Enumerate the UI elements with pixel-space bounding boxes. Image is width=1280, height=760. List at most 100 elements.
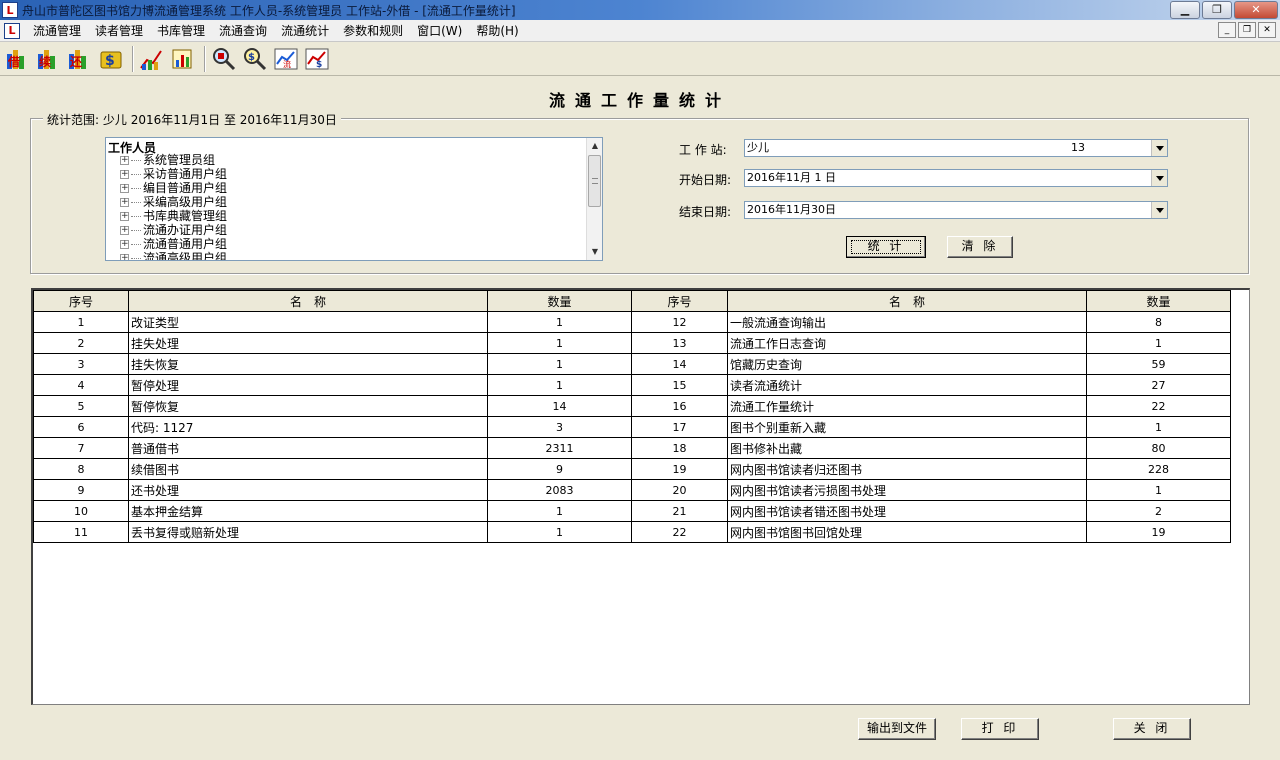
return-icon[interactable]: 还 [66,45,94,73]
expand-icon[interactable]: + [120,155,129,165]
cell-name: 网内图书馆读者错还图书处理 [727,500,1087,522]
tree-node-label: 流通普通用户组 [143,237,228,251]
table-row[interactable]: 1 改证类型 1 12 一般流通查询输出 8 [33,311,1231,333]
tree-node[interactable]: + 编目普通用户组 [120,181,227,195]
print-button[interactable]: 打 印 [961,718,1039,740]
cell-no: 14 [631,353,728,375]
payment-icon[interactable]: $ [97,45,125,73]
svg-text:$: $ [316,60,322,70]
tree-node[interactable]: + 流通高级用户组 [120,251,228,261]
tree-node[interactable]: + 系统管理员组 [120,153,215,167]
menu-circulation-stats[interactable]: 流通统计 [274,21,336,41]
table-row[interactable]: 10 基本押金结算 1 21 网内图书馆读者错还图书处理 2 [33,500,1231,522]
reader-query-icon[interactable] [210,45,238,73]
expand-icon[interactable]: + [120,169,129,179]
cell-qty: 1 [1086,479,1231,501]
cell-name: 普通借书 [128,437,488,459]
tree-node-label: 系统管理员组 [143,153,216,167]
close-window-button[interactable]: ✕ [1234,1,1278,19]
title-bar: L 舟山市普陀区图书馆力博流通管理系统 工作人员-系统管理员 工作站-外借 - … [0,0,1280,20]
expand-icon[interactable]: + [120,211,129,221]
reader-stats-icon[interactable] [138,45,166,73]
table-row[interactable]: 8 续借图书 9 19 网内图书馆读者归还图书 228 [33,458,1231,480]
tree-node-label: 流通高级用户组 [143,251,228,261]
cell-qty: 22 [1086,395,1231,417]
restore-button[interactable]: ❐ [1202,1,1232,19]
expand-icon[interactable]: + [120,197,129,207]
tree-node[interactable]: + 流通普通用户组 [120,237,227,251]
stat-range-label: 统计范围: [47,113,100,127]
svg-text:$: $ [248,52,255,63]
stat-button[interactable]: 统 计 [846,236,926,258]
mdi-minimize-button[interactable]: _ [1218,22,1236,38]
cell-name: 改证类型 [128,311,488,333]
export-file-button[interactable]: 输出到文件 [858,718,936,740]
table-row[interactable]: 9 还书处理 2083 20 网内图书馆读者污损图书处理 1 [33,479,1231,501]
cell-name: 流通工作量统计 [727,395,1087,417]
expand-icon[interactable]: + [120,225,129,235]
chevron-down-icon[interactable] [1151,140,1167,156]
close-button[interactable]: 关 闭 [1113,718,1191,740]
circulation-chart-icon[interactable]: 流 [272,45,300,73]
workstation-combo[interactable]: 少儿 13 [744,139,1168,157]
table-row[interactable]: 3 挂失恢复 1 14 馆藏历史查询 59 [33,353,1231,375]
tree-node[interactable]: + 采访普通用户组 [120,167,227,181]
scroll-down-icon[interactable]: ▼ [587,244,602,260]
cell-no: 11 [33,521,129,543]
cell-name: 网内图书馆读者污损图书处理 [727,479,1087,501]
scroll-up-icon[interactable]: ▲ [587,138,602,154]
tree-connector [131,257,141,259]
tree-connector [131,243,141,245]
menu-circulation-query[interactable]: 流通查询 [212,21,274,41]
table-row[interactable]: 5 暂停恢复 14 16 流通工作量统计 22 [33,395,1231,417]
menu-stack-management[interactable]: 书库管理 [150,21,212,41]
tree-node-label: 流通办证用户组 [143,223,228,237]
minimize-button[interactable]: ▁ [1170,1,1200,19]
expand-icon[interactable]: + [120,253,129,260]
staff-tree[interactable]: 工作人员 + 系统管理员组 + 采访普通用户组 + 编目普通用户组 + 采编高级用户组 … [105,137,603,261]
menu-help[interactable]: 帮助(H) [469,21,525,41]
cell-no: 13 [631,332,728,354]
cell-no: 17 [631,416,728,438]
tree-node[interactable]: + 书库典藏管理组 [120,209,227,223]
mdi-restore-button[interactable]: ❐ [1238,22,1256,38]
table-row[interactable]: 6 代码: 1127 3 17 图书个别重新入藏 1 [33,416,1231,438]
mdi-child-icon[interactable]: L [4,22,20,39]
start-date-picker[interactable]: 2016年11月 1 日 [744,169,1168,187]
renew-icon[interactable]: 续 [35,45,63,73]
menu-circulation-management[interactable]: 流通管理 [26,21,88,41]
cell-name: 流通工作日志查询 [727,332,1087,354]
menu-reader-management[interactable]: 读者管理 [88,21,150,41]
tree-connector [131,187,141,189]
cell-name: 挂失恢复 [128,353,488,375]
table-row[interactable]: 4 暂停处理 1 15 读者流通统计 27 [33,374,1231,396]
menu-window[interactable]: 窗口(W) [410,21,469,41]
end-date-picker[interactable]: 2016年11月30日 [744,201,1168,219]
scroll-thumb[interactable] [588,155,601,207]
tree-node[interactable]: + 采编高级用户组 [120,195,227,209]
menu-params-rules[interactable]: 参数和规则 [336,21,410,41]
stats-grid[interactable]: 序号 名 称 数量 序号 名 称 数量 1 改证类型 1 12 一般流通查询输出 8 2 挂失… [31,288,1250,705]
table-row[interactable]: 7 普通借书 2311 18 图书修补出藏 80 [33,437,1231,459]
expand-icon[interactable]: + [120,239,129,249]
clear-button[interactable]: 清 除 [947,236,1013,258]
header-name: 名 称 [128,290,488,312]
stat-range-legend: 统计范围: 少儿 2016年11月1日 至 2016年11月30日 [43,111,341,128]
cell-qty: 1 [487,332,632,354]
cell-qty: 27 [1086,374,1231,396]
chevron-down-icon[interactable] [1151,170,1167,186]
book-stats-icon[interactable] [169,45,197,73]
table-row[interactable]: 2 挂失处理 1 13 流通工作日志查询 1 [33,332,1231,354]
borrow-icon[interactable]: 借 [4,45,32,73]
tree-connector [131,215,141,217]
end-date-value: 2016年11月30日 [747,203,836,216]
payment-query-icon[interactable]: $ [241,45,269,73]
mdi-close-button[interactable]: ✕ [1258,22,1276,38]
table-row[interactable]: 11 丢书复得或赔新处理 1 22 网内图书馆图书回馆处理 19 [33,521,1231,543]
expand-icon[interactable]: + [120,183,129,193]
money-chart-icon[interactable]: $ [303,45,331,73]
tree-scrollbar[interactable]: ▲ ▼ [586,138,602,260]
tree-node[interactable]: + 流通办证用户组 [120,223,227,237]
chevron-down-icon[interactable] [1151,202,1167,218]
tree-connector [131,159,141,161]
